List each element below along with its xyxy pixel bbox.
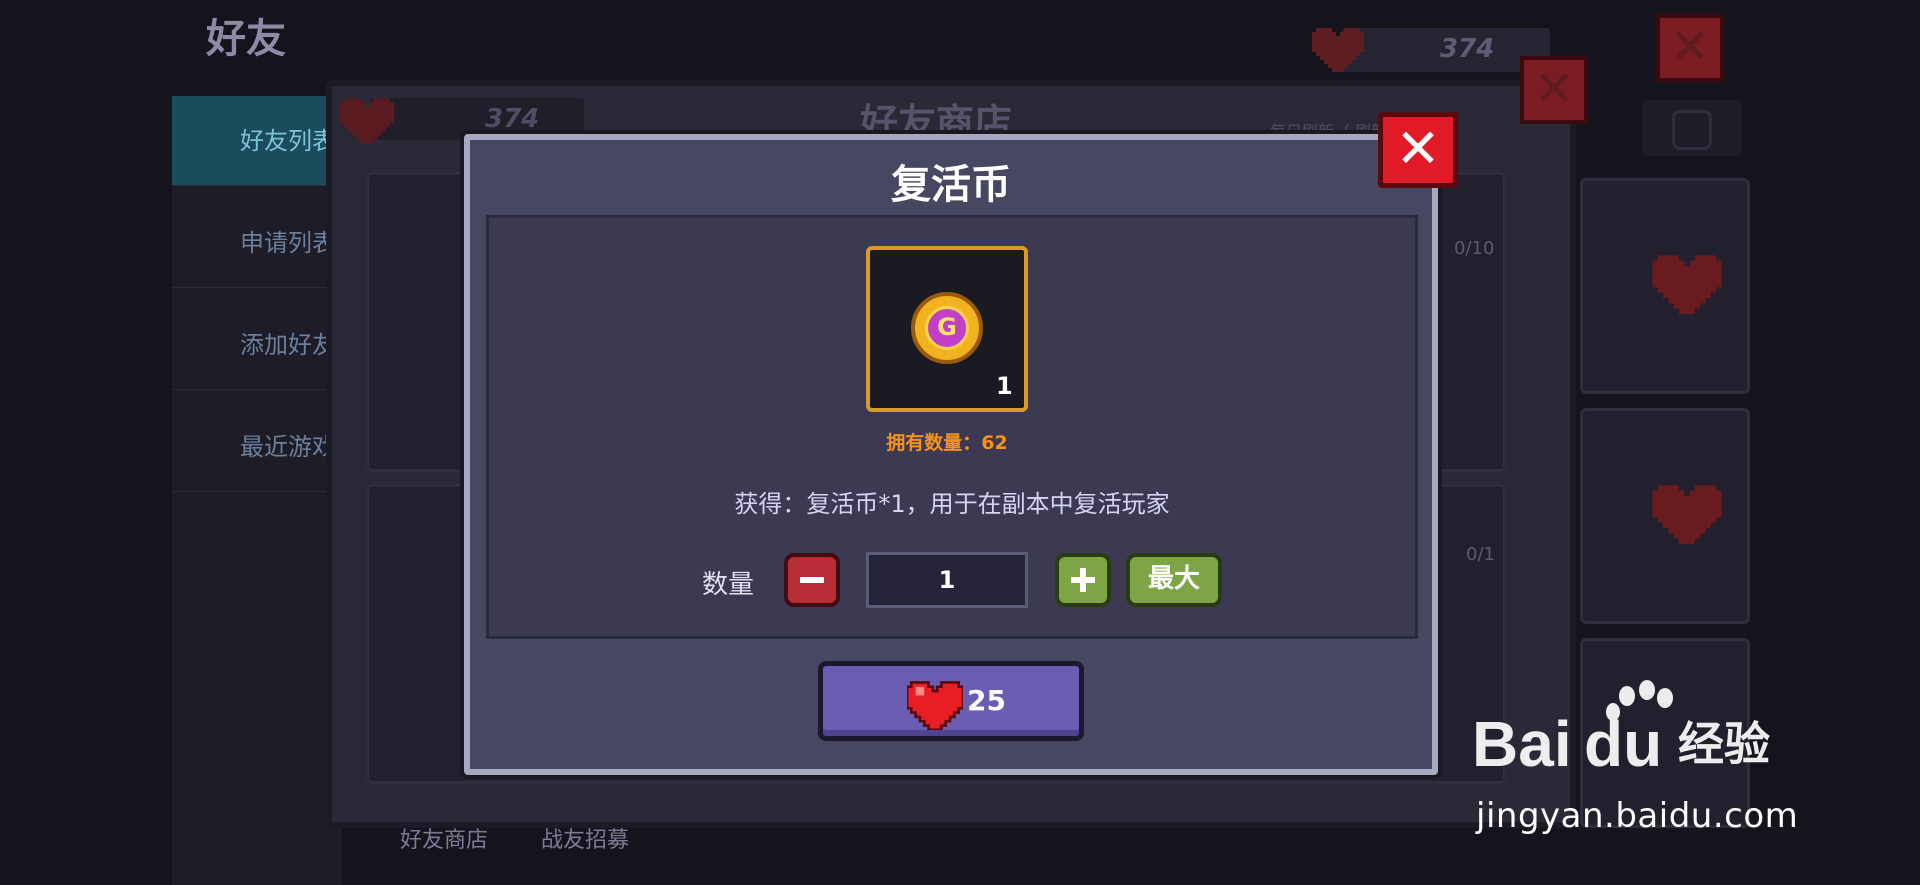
item-description: 获得：复活币*1，用于在副本中复活玩家 (734, 490, 1170, 518)
bg-heart-value: 374 (1440, 34, 1495, 64)
heart-icon (907, 681, 963, 730)
baidu-watermark-logo: Bai du 经验 (1472, 680, 1770, 780)
sidebar-item-requests[interactable]: 申请列表 (172, 198, 342, 288)
item-slot-quantity: 1 (996, 372, 1013, 400)
decrease-quantity-button[interactable] (784, 553, 840, 607)
bg-close-button[interactable]: ✕ (1656, 14, 1724, 82)
slot-count: 0/10 (1454, 238, 1495, 259)
svg-text:du: du (1584, 708, 1662, 780)
bg-heart-icon (1312, 28, 1364, 72)
buy-button[interactable]: 25 (818, 661, 1084, 741)
quantity-input[interactable] (866, 552, 1028, 608)
slot-count: 0/1 (1466, 544, 1495, 565)
bg-toggle[interactable] (1642, 100, 1742, 156)
watermark-url: jingyan.baidu.com (1476, 796, 1799, 836)
svg-text:经验: 经验 (1678, 717, 1770, 771)
quantity-label: 数量 (702, 570, 755, 600)
sidebar-item-add-friend[interactable]: 添加好友 (172, 300, 342, 390)
increase-quantity-button[interactable] (1055, 553, 1111, 607)
revive-coin-icon: G (911, 292, 983, 364)
sidebar-item-friend-list[interactable]: 好友列表 (172, 96, 342, 186)
heart-icon (1652, 255, 1722, 314)
shop-close-button[interactable]: ✕ (1520, 56, 1588, 124)
owned-count-label: 拥有数量：62 (886, 432, 1008, 454)
max-quantity-button[interactable]: 最大 (1126, 553, 1222, 607)
friends-sidebar: 好友列表 申请列表 添加好友 最近游戏 (172, 96, 342, 885)
sidebar-item-recent[interactable]: 最近游戏 (172, 402, 342, 492)
heart-icon (1652, 485, 1722, 544)
minus-icon (800, 577, 824, 583)
friends-screen-title: 好友 (206, 16, 286, 62)
svg-text:Bai: Bai (1472, 708, 1572, 780)
shop-heart-value: 374 (485, 104, 540, 134)
dialog-title: 复活币 (891, 162, 1011, 208)
shop-heart-icon (340, 98, 394, 144)
tab-friend-shop[interactable]: 好友商店 (400, 828, 488, 853)
dialog-close-button[interactable]: ✕ (1378, 112, 1458, 188)
tab-recruit[interactable]: 战友招募 (541, 828, 629, 853)
price-label: 25 (967, 684, 1006, 717)
